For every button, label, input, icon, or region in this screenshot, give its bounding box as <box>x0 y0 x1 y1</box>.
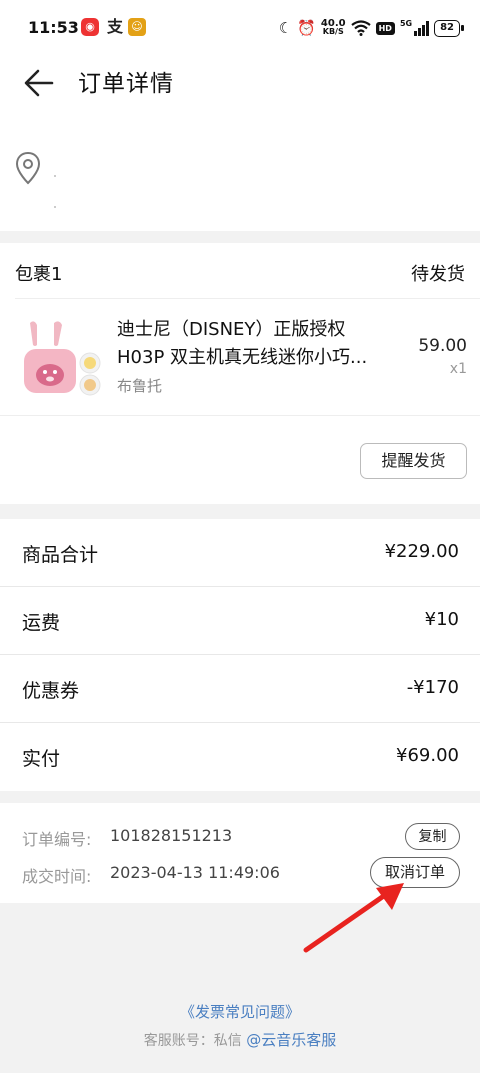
address-section[interactable] <box>0 120 480 231</box>
deal-time: 2023-04-13 11:49:06 <box>110 863 280 882</box>
product-variant: 布鲁托 <box>117 377 163 395</box>
annotation-arrow-icon <box>303 883 404 953</box>
customer-service-prefix: 客服账号：私信 <box>143 1033 242 1049</box>
product-name-line1: 迪士尼（DISNEY）正版授权 <box>117 319 346 340</box>
copy-button[interactable]: 复制 <box>405 823 460 850</box>
summary-value: -¥170 <box>406 677 459 698</box>
alipay-icon: 支 <box>106 17 123 36</box>
summary-row-subtotal: 商品合计 ¥229.00 <box>0 519 480 587</box>
summary-value: ¥10 <box>424 609 459 630</box>
invoice-faq-link[interactable]: 《发票常见问题》 <box>0 1001 480 1022</box>
status-icons: ☾ ⏰ 40.0 KB/S HD 5G 82 <box>278 17 464 39</box>
package-card: 包裹1 待发货 迪士尼（DISNEY）正版授权 H03P 双主机真无线迷你小巧.… <box>0 243 480 504</box>
game-icon: ☺ <box>128 18 146 36</box>
summary-value: ¥229.00 <box>384 541 459 562</box>
divider <box>0 415 480 416</box>
order-number-label: 订单编号: <box>22 830 92 849</box>
order-number: 101828151213 <box>110 826 233 845</box>
page-title: 订单详情 <box>78 71 174 97</box>
price-summary: 商品合计 ¥229.00 运费 ¥10 优惠券 -¥170 实付 ¥69.00 <box>0 519 480 791</box>
signal-icon <box>414 20 430 36</box>
summary-row-coupon: 优惠券 -¥170 <box>0 655 480 723</box>
netease-music-icon: ◉ <box>81 18 99 36</box>
summary-row-paid: 实付 ¥69.00 <box>0 723 480 791</box>
product-quantity: x1 <box>449 361 467 377</box>
hd-badge: HD <box>375 21 395 35</box>
net-speed: 40.0 KB/S <box>321 19 346 36</box>
arrow-left-icon[interactable] <box>22 66 56 100</box>
product-name-line2: H03P 双主机真无线迷你小巧... <box>117 347 368 368</box>
customer-service-line: 客服账号：私信 @云音乐客服 <box>0 1029 480 1050</box>
deal-time-label: 成交时间: <box>22 867 92 886</box>
product-image[interactable] <box>20 319 102 397</box>
wifi-icon <box>350 20 371 36</box>
network-type: 5G <box>399 18 413 28</box>
address-placeholder-dot <box>54 175 56 177</box>
summary-value: ¥69.00 <box>396 745 459 766</box>
remind-shipment-button[interactable]: 提醒发货 <box>360 443 467 479</box>
summary-label: 实付 <box>22 748 61 770</box>
net-speed-unit: KB/S <box>322 27 344 36</box>
battery-icon: 82 <box>434 19 464 37</box>
summary-label: 商品合计 <box>22 544 99 566</box>
address-placeholder-dot <box>54 206 56 208</box>
customer-service-link[interactable]: @云音乐客服 <box>246 1031 336 1049</box>
summary-label: 优惠券 <box>22 680 80 702</box>
moon-icon: ☾ <box>278 19 293 37</box>
package-status: 待发货 <box>411 264 465 285</box>
product-price: 59.00 <box>418 336 467 356</box>
divider <box>15 298 480 299</box>
location-pin-icon <box>15 151 41 185</box>
alarm-icon: ⏰ <box>297 19 316 37</box>
summary-label: 运费 <box>22 612 61 634</box>
summary-row-shipping: 运费 ¥10 <box>0 587 480 655</box>
header: 订单详情 <box>0 60 480 120</box>
status-time: 11:53 <box>28 18 79 37</box>
package-title: 包裹1 <box>15 264 63 285</box>
product-name[interactable]: 迪士尼（DISNEY）正版授权 H03P 双主机真无线迷你小巧... <box>117 316 397 372</box>
status-bar: 11:53 ◉ 支 ☺ ☾ ⏰ 40.0 KB/S HD 5G 82 <box>0 0 480 60</box>
